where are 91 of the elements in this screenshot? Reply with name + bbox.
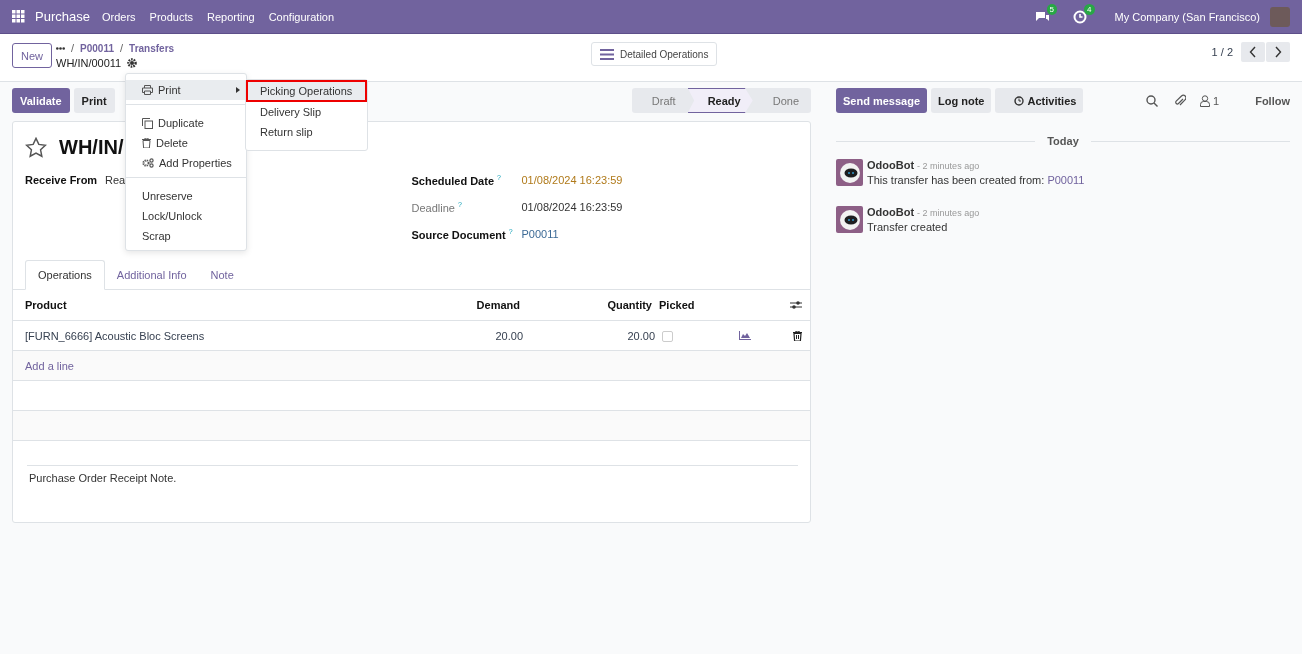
submenu-item[interactable]: Picking Operations [246, 80, 367, 102]
column-header[interactable]: Quantity [520, 299, 652, 311]
robot-avatar-icon [836, 159, 863, 186]
message-author[interactable]: OdooBot [867, 206, 915, 218]
nav-menu-item[interactable]: Orders [101, 10, 136, 23]
add-line-link[interactable]: Add a line [25, 359, 74, 372]
picked-checkbox[interactable] [662, 330, 673, 342]
apps-grid-icon[interactable] [12, 10, 25, 23]
ellipsis-icon[interactable] [56, 46, 65, 50]
breadcrumb-separator: / [71, 42, 75, 54]
column-header[interactable]: Picked [652, 299, 712, 311]
table-cell-text: [FURN_6666] Acoustic Bloc Screens [25, 329, 206, 342]
robot-avatar-icon [836, 206, 863, 233]
printer-icon [142, 85, 153, 95]
sliders-icon[interactable] [790, 300, 802, 310]
field-value[interactable]: 01/08/2024 16:23:59 [521, 174, 623, 186]
record-name: WH/IN/00011 [56, 57, 122, 69]
action-button[interactable]: Print [73, 88, 115, 113]
message-time: - 2 minutes ago [917, 208, 980, 218]
previous-button[interactable] [1241, 42, 1265, 62]
copy-icon [142, 117, 153, 129]
person-icon [1200, 94, 1211, 107]
list-icon [600, 48, 614, 60]
dropdown-item[interactable]: Print [126, 80, 246, 100]
chatter-button[interactable]: Activities [995, 88, 1084, 113]
record-link[interactable]: P00011 [1047, 174, 1085, 186]
note-text[interactable]: Purchase Order Receipt Note. [27, 465, 798, 490]
dropdown-item[interactable]: Duplicate [126, 113, 246, 133]
table-cell-text: 20.00 [494, 329, 523, 342]
notification-badge: 4 [1084, 3, 1095, 15]
field-value[interactable]: P00011 [521, 228, 559, 240]
message-author[interactable]: OdooBot [867, 159, 915, 171]
trash-icon[interactable] [793, 330, 802, 341]
dropdown-item[interactable]: Scrap [126, 226, 246, 246]
clock-icon[interactable] [1073, 9, 1088, 24]
gears-icon [142, 158, 154, 168]
table-cell-text: 20.00 [626, 329, 655, 342]
area-chart-icon[interactable] [739, 331, 751, 340]
field-label: Deadline $^{?}$ [411, 201, 463, 214]
next-button[interactable] [1266, 42, 1290, 62]
submenu-item[interactable]: Return slip [246, 122, 367, 142]
follow-button[interactable]: Follow [1255, 94, 1290, 107]
date-separator: Today [1047, 135, 1079, 147]
field-value[interactable]: Rea [105, 174, 126, 186]
form-tab[interactable]: Operations [25, 260, 105, 290]
chevron-right-icon [1274, 46, 1282, 58]
app-name[interactable]: Purchase [35, 9, 90, 24]
form-tab[interactable]: Note [198, 260, 246, 289]
field-value[interactable]: 01/08/2024 16:23:59 [521, 201, 623, 213]
gear-icon[interactable] [127, 58, 138, 68]
column-header[interactable]: Product [25, 299, 400, 311]
dropdown-item[interactable]: Lock/Unlock [126, 206, 246, 226]
chevron-left-icon [1249, 46, 1257, 58]
chatter-button[interactable]: Log note [931, 88, 992, 113]
status-step[interactable]: Ready [687, 88, 753, 113]
submenu-item[interactable]: Delivery Slip [246, 102, 367, 122]
trash-icon [142, 138, 151, 148]
breadcrumb-link[interactable]: Transfers [129, 42, 175, 54]
chat-bubbles-icon[interactable] [1033, 9, 1050, 24]
pager-counter: 1 / 2 [1211, 46, 1233, 58]
star-icon[interactable] [25, 136, 47, 158]
form-tab[interactable]: Additional Info [104, 260, 199, 289]
message-body: Transfer created [867, 221, 949, 233]
new-button[interactable]: New [12, 43, 52, 68]
nav-menu-item[interactable]: Configuration [268, 10, 335, 23]
message-time: - 2 minutes ago [917, 161, 980, 171]
status-step[interactable]: Draft [631, 88, 688, 113]
dropdown-item[interactable]: Unreserve [126, 186, 246, 206]
paperclip-icon[interactable] [1174, 94, 1187, 107]
dropdown-item[interactable]: Delete [126, 133, 246, 153]
followers-button[interactable]: 1 [1200, 94, 1220, 107]
detailed-operations-button[interactable]: Detailed Operations [591, 42, 718, 66]
column-header[interactable]: Demand [400, 299, 520, 311]
company-switcher[interactable]: My Company (San Francisco) [1114, 10, 1260, 23]
search-icon[interactable] [1146, 94, 1159, 107]
caret-right-icon [236, 87, 240, 93]
field-label: Receive From [25, 174, 99, 186]
field-label: Source Document $^{?}$ [411, 228, 514, 241]
record-title: WH/IN/ [59, 135, 124, 159]
notification-badge: 5 [1046, 3, 1058, 15]
nav-menu-item[interactable]: Reporting [206, 10, 255, 23]
breadcrumb-separator: / [120, 42, 124, 54]
nav-menu-item[interactable]: Products [149, 10, 193, 23]
breadcrumb-link[interactable]: P00011 [80, 42, 114, 54]
field-label: Scheduled Date $^{?}$ [411, 174, 502, 187]
status-step[interactable]: Done [752, 88, 811, 113]
dropdown-item[interactable]: Add Properties [126, 153, 246, 173]
message-body: This transfer has been created from: P00011 [867, 174, 1085, 186]
clock-icon [1014, 95, 1025, 106]
chatter-button[interactable]: Send message [836, 88, 928, 113]
action-button[interactable]: Validate [12, 88, 70, 113]
